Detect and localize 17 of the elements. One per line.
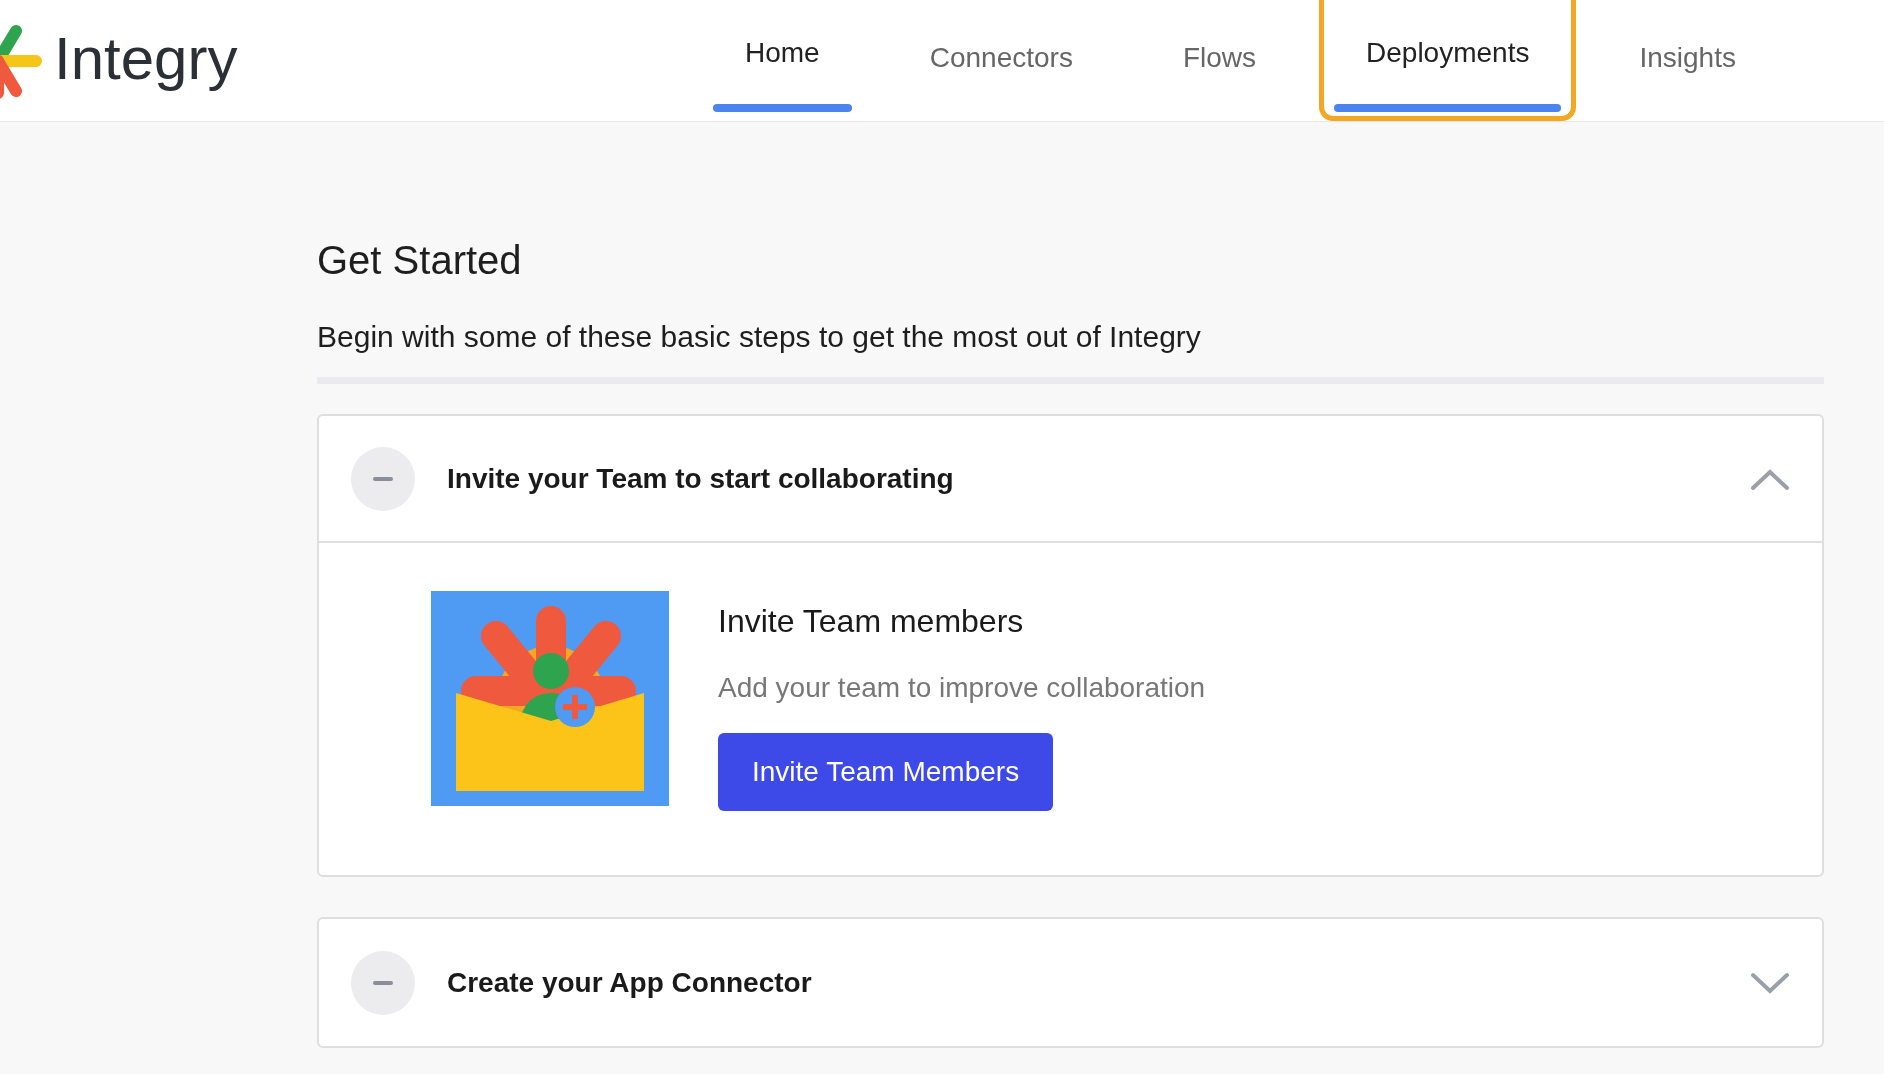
nav-tab[interactable]: Insights [1592,0,1783,121]
nav-tab[interactable]: Flows [1135,0,1303,121]
nav-tab[interactable]: Connectors [882,0,1120,121]
page-subheading: Begin with some of these basic steps to get the most out of Integry [317,319,1202,355]
nav-tab[interactable]: Deployments [1319,0,1577,121]
invite-button[interactable]: Invite Team Members [718,733,1054,811]
step-title: Invite your Team to start collaborating [447,461,955,496]
logo-icon [0,22,42,99]
logo-text: Integry [54,28,238,89]
page-heading: Get Started [317,240,523,280]
step-title: Create your App Connector [447,965,813,1000]
content-description: Add your team to improve collaboration [718,671,1206,705]
step-header[interactable]: Create your App Connector [319,919,1822,1046]
chevron-down-icon[interactable] [1750,970,1790,995]
step-header[interactable]: Invite your Team to start collaborating [319,416,1822,543]
content-title: Invite Team members [718,602,1025,641]
nav-tab[interactable]: Home [698,0,867,121]
